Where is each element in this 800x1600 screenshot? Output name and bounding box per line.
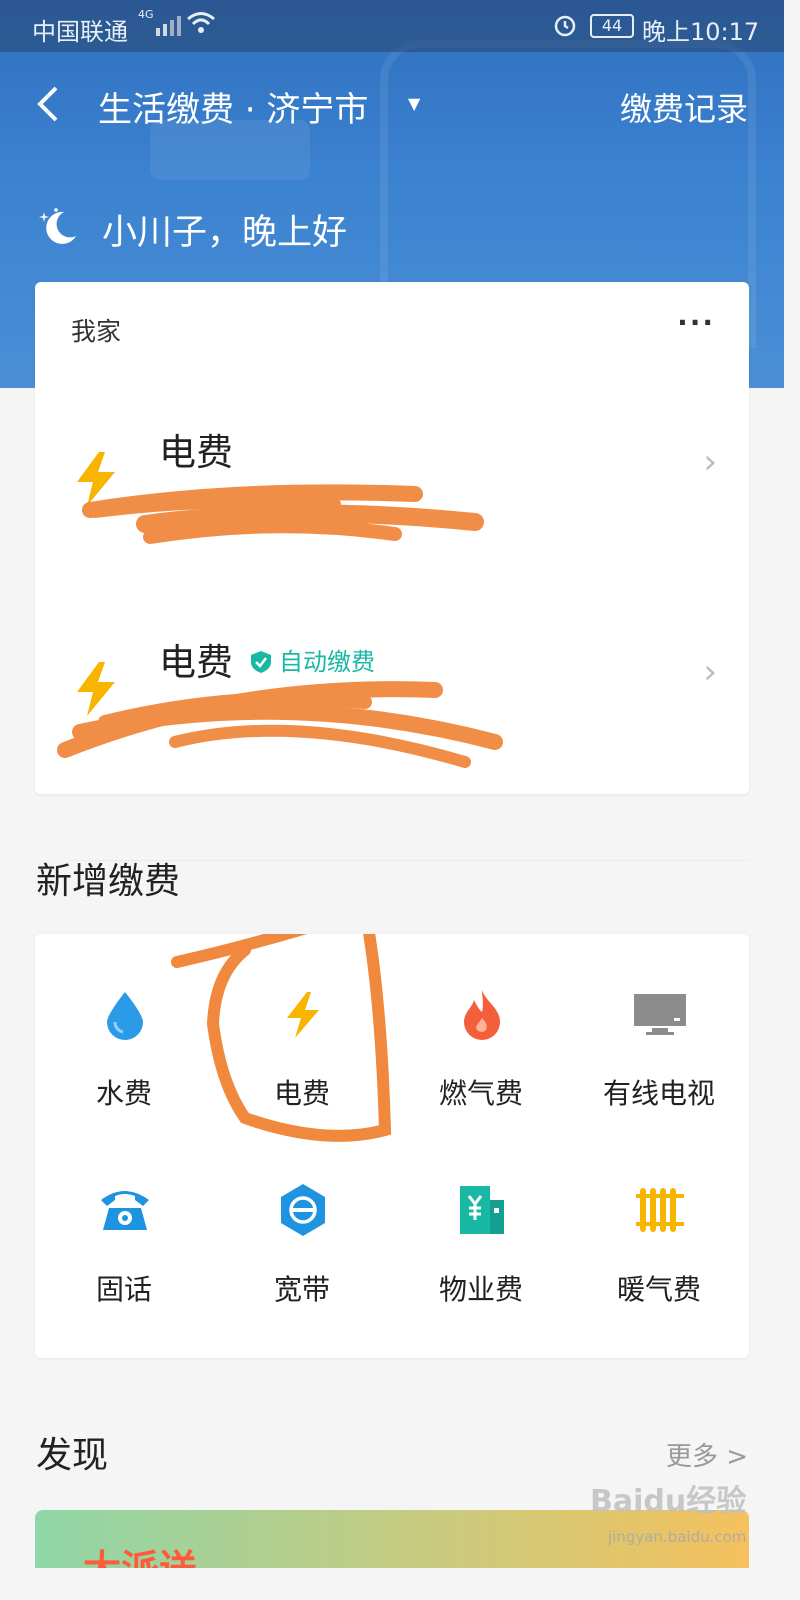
broadband-icon [277,1184,329,1236]
tile-electricity[interactable]: 电费 [213,942,391,1122]
network-type: 4G [138,8,154,21]
payment-record-link[interactable]: 缴费记录 [620,84,748,130]
tile-label: 固话 [95,1273,152,1306]
telephone-icon [99,1184,151,1236]
tile-gas[interactable]: 燃气费 [392,942,570,1122]
greeting-text: 小川子，晚上好 [102,213,348,253]
new-payment-heading: 新增缴费 [36,861,181,902]
tile-label: 有线电视 [602,1077,715,1110]
lightning-icon [277,988,329,1040]
dropdown-arrow-icon[interactable]: ▼ [408,94,420,113]
battery-indicator: 44 [590,14,634,38]
watermark-logo: Baidu经验 [590,1484,747,1519]
more-options-icon[interactable]: ··· [677,306,715,339]
tile-water[interactable]: 水费 [35,942,213,1122]
chevron-right-icon: › [703,442,717,482]
bill-item-electricity-auto[interactable]: 电费 自动缴费 › [35,602,749,792]
auto-pay-label: 自动缴费 [279,648,375,676]
lightning-icon [75,662,117,716]
auto-pay-badge: 自动缴费 [251,642,375,677]
clock: 晚上10:17 [642,18,760,46]
tile-label: 暖气费 [616,1273,701,1306]
shield-check-icon [251,651,271,673]
watermark-url: jingyan.baidu.com [608,1528,747,1546]
tile-label: 宽带 [273,1273,330,1306]
building-icon [456,1184,508,1236]
page-title[interactable]: 生活缴费 · 济宁市 [98,82,368,131]
discover-heading: 发现 [36,1435,109,1476]
banner-text: 大派送 [83,1538,197,1568]
tile-landline[interactable]: 固话 [35,1138,213,1318]
wifi-icon [186,10,216,42]
navigation-bar: 生活缴费 · 济宁市 ▼ 缴费记录 [0,70,784,140]
tile-cable-tv[interactable]: 有线电视 [570,942,748,1122]
tile-property[interactable]: 物业费 [392,1138,570,1318]
signal-icon [156,14,182,42]
water-drop-icon [99,988,151,1040]
tv-icon [634,988,686,1040]
tile-heating[interactable]: 暖气费 [570,1138,748,1318]
alarm-icon [552,12,578,44]
back-arrow-icon[interactable] [30,84,70,124]
lightning-icon [75,452,117,506]
my-home-card: 我家 ··· 电费 › 电费 自动缴费 › [35,282,749,861]
bill-name: 电费 [159,641,233,684]
radiator-icon [634,1184,686,1236]
bill-item-electricity[interactable]: 电费 › [35,392,749,582]
tile-broadband[interactable]: 宽带 [213,1138,391,1318]
carrier-name: 中国联通 [32,18,128,46]
tile-label: 物业费 [438,1273,523,1306]
tile-label: 燃气费 [438,1077,523,1110]
status-bar: 中国联通 4G 44 晚上10:17 [0,0,784,52]
tile-label: 电费 [273,1077,330,1110]
new-payment-grid: 水费 电费 燃气费 有线电视 固话 宽带 物业费 暖气费 [35,934,749,1358]
card-title: 我家 [71,317,122,346]
flame-icon [456,988,508,1040]
moon-icon [34,204,82,252]
discover-more-link[interactable]: 更多 > [666,1436,748,1473]
tile-label: 水费 [95,1077,152,1110]
chevron-right-icon: › [703,652,717,692]
bill-name: 电费 [159,431,233,474]
